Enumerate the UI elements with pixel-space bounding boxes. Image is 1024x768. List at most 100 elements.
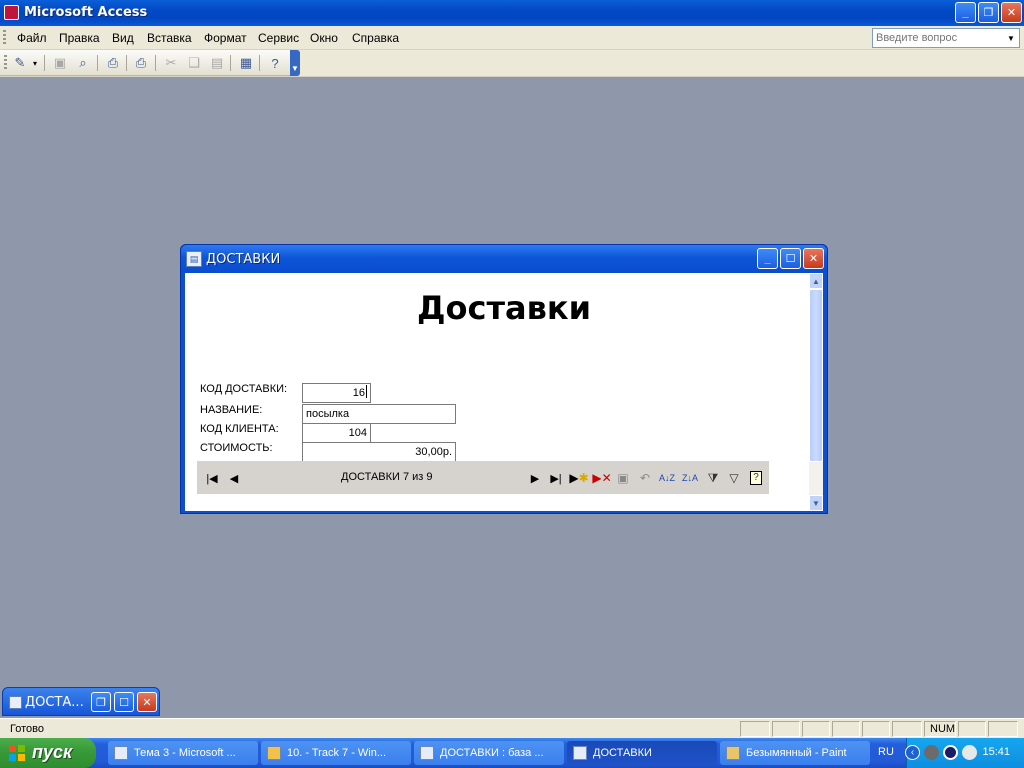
system-tray: ‹ 15:41 — [905, 738, 1024, 768]
cost-label: СТОИМОСТЬ: — [200, 442, 273, 454]
print-preview-icon[interactable]: ⎙ — [104, 54, 122, 72]
help-button[interactable]: ? — [746, 469, 766, 487]
cut-icon[interactable]: ✂ — [162, 54, 180, 72]
scroll-down-button[interactable]: ▼ — [809, 495, 823, 511]
client-code-label: КОД КЛИЕНТА: — [200, 423, 279, 435]
status-cell — [892, 721, 922, 737]
chevron-down-icon[interactable]: ▾ — [30, 54, 40, 72]
close-icon: ✕ — [1006, 7, 1017, 19]
form-maximize-button[interactable]: ☐ — [780, 248, 801, 269]
save-icon[interactable]: ▣ — [51, 54, 69, 72]
menu-tools[interactable]: Сервис — [258, 31, 299, 45]
chevron-up-icon: ▲ — [812, 276, 820, 286]
form-close-button[interactable]: ✕ — [803, 248, 824, 269]
menu-grip[interactable] — [3, 30, 6, 46]
search-icon[interactable]: ⌕ — [74, 54, 92, 72]
maximize-button[interactable]: ☐ — [114, 692, 134, 712]
text-cursor — [366, 385, 367, 398]
chevron-down-icon[interactable]: ▼ — [1003, 29, 1019, 47]
access-app-icon[interactable] — [4, 5, 19, 20]
filter-by-selection-button[interactable]: ⧩ — [703, 469, 723, 487]
form-icon — [573, 746, 587, 760]
close-icon: ✕ — [808, 253, 819, 265]
task-database[interactable]: ДОСТАВКИ : база ... — [414, 741, 564, 765]
toolbar-grip[interactable] — [4, 55, 7, 71]
paint-icon — [726, 746, 740, 760]
network-icon[interactable] — [943, 745, 958, 760]
task-paint[interactable]: Безымянный - Paint — [720, 741, 870, 765]
form-minimize-button[interactable]: _ — [757, 248, 778, 269]
form-title-bar[interactable]: ▤ ДОСТАВКИ _ ☐ ✕ — [181, 245, 827, 273]
clock[interactable]: 15:41 — [982, 746, 1010, 758]
form-window[interactable]: ▤ ДОСТАВКИ _ ☐ ✕ Доставки КОД ДОСТАВКИ: … — [180, 244, 828, 514]
help-icon[interactable]: ? — [266, 54, 284, 72]
design-view-icon[interactable]: ✎ — [11, 54, 29, 72]
task-deliveries-form[interactable]: ДОСТАВКИ — [567, 741, 717, 765]
sort-ascending-icon: A↓Z — [658, 473, 675, 483]
task-label: Безымянный - Paint — [746, 747, 847, 759]
new-record-button[interactable]: ▶✱ — [569, 469, 589, 487]
first-record-button[interactable]: |◀ — [204, 470, 220, 486]
client-code-value: 104 — [348, 427, 367, 439]
vertical-scrollbar[interactable]: ▲ ▼ — [809, 273, 823, 511]
task-media-player[interactable]: 10. - Track 7 - Win... — [261, 741, 411, 765]
sort-descending-button[interactable]: Z↓A — [680, 469, 700, 487]
previous-icon: ◀ — [229, 472, 239, 485]
security-icon[interactable] — [962, 745, 977, 760]
start-button[interactable]: пуск — [0, 738, 96, 768]
previous-record-button[interactable]: ◀ — [226, 470, 242, 486]
sort-ascending-button[interactable]: A↓Z — [657, 469, 677, 487]
client-code-field[interactable]: 104 — [302, 423, 371, 443]
ask-question-input[interactable] — [873, 29, 1001, 47]
status-cell — [862, 721, 890, 737]
volume-icon[interactable] — [924, 745, 939, 760]
menu-bar: Файл Правка Вид Вставка Формат Сервис Ок… — [0, 26, 1024, 50]
minimize-icon: _ — [962, 6, 969, 19]
close-button[interactable]: ✕ — [137, 692, 157, 712]
new-record-icon: ▶✱ — [569, 471, 589, 485]
task-label: ДОСТАВКИ — [593, 747, 652, 759]
menu-file[interactable]: Файл — [17, 31, 47, 45]
menu-help[interactable]: Справка — [352, 31, 399, 45]
last-record-button[interactable]: ▶| — [548, 470, 564, 486]
task-word[interactable]: Тема 3 - Microsoft ... — [108, 741, 258, 765]
delivery-code-value: 16 — [352, 387, 365, 399]
menu-edit[interactable]: Правка — [59, 31, 100, 45]
name-label: НАЗВАНИЕ: — [200, 404, 263, 416]
menu-view[interactable]: Вид — [112, 31, 134, 45]
language-indicator[interactable]: RU — [878, 746, 894, 758]
form-icon[interactable]: ▤ — [186, 251, 202, 267]
word-icon — [114, 746, 128, 760]
minimize-button[interactable]: _ — [955, 2, 976, 23]
menu-window[interactable]: Окно — [310, 31, 338, 45]
ask-question-box[interactable]: ▼ — [872, 28, 1020, 48]
delivery-code-label: КОД ДОСТАВКИ: — [200, 383, 288, 395]
paste-icon[interactable]: ▤ — [208, 54, 226, 72]
restore-button[interactable]: ❐ — [91, 692, 111, 712]
minimized-window[interactable]: ДОСТА... ❐ ☐ ✕ — [2, 687, 160, 716]
task-label: Тема 3 - Microsoft ... — [134, 747, 236, 759]
restore-button[interactable]: ❐ — [978, 2, 999, 23]
print-icon[interactable]: ⎙ — [132, 54, 150, 72]
menu-format[interactable]: Формат — [204, 31, 247, 45]
next-record-button[interactable]: ▶ — [527, 470, 543, 486]
database-window-icon[interactable]: ▦ — [237, 54, 255, 72]
app-title-bar[interactable]: Microsoft Access _ ❐ ✕ — [0, 0, 1024, 26]
toolbar-options-button[interactable]: ▼ — [290, 50, 300, 76]
close-button[interactable]: ✕ — [1001, 2, 1022, 23]
copy-icon[interactable]: ❏ — [185, 54, 203, 72]
chevron-left-icon[interactable]: ‹ — [905, 745, 920, 760]
delete-record-button[interactable]: ▶✕ — [592, 469, 612, 487]
scroll-thumb[interactable] — [809, 289, 823, 462]
restore-icon: ❐ — [96, 696, 106, 709]
name-field[interactable]: посылка — [302, 404, 456, 424]
scroll-up-button[interactable]: ▲ — [809, 273, 823, 289]
filter-button[interactable]: ▽ — [724, 469, 744, 487]
undo-button[interactable]: ↶ — [635, 469, 655, 487]
menu-insert[interactable]: Вставка — [147, 31, 192, 45]
cost-field[interactable]: 30,00р. — [302, 442, 456, 462]
save-record-button[interactable]: ▣ — [613, 469, 633, 487]
chevron-down-icon: ▼ — [291, 64, 299, 73]
delivery-code-field[interactable]: 16 — [302, 383, 371, 403]
form-window-title: ДОСТАВКИ — [206, 252, 281, 267]
